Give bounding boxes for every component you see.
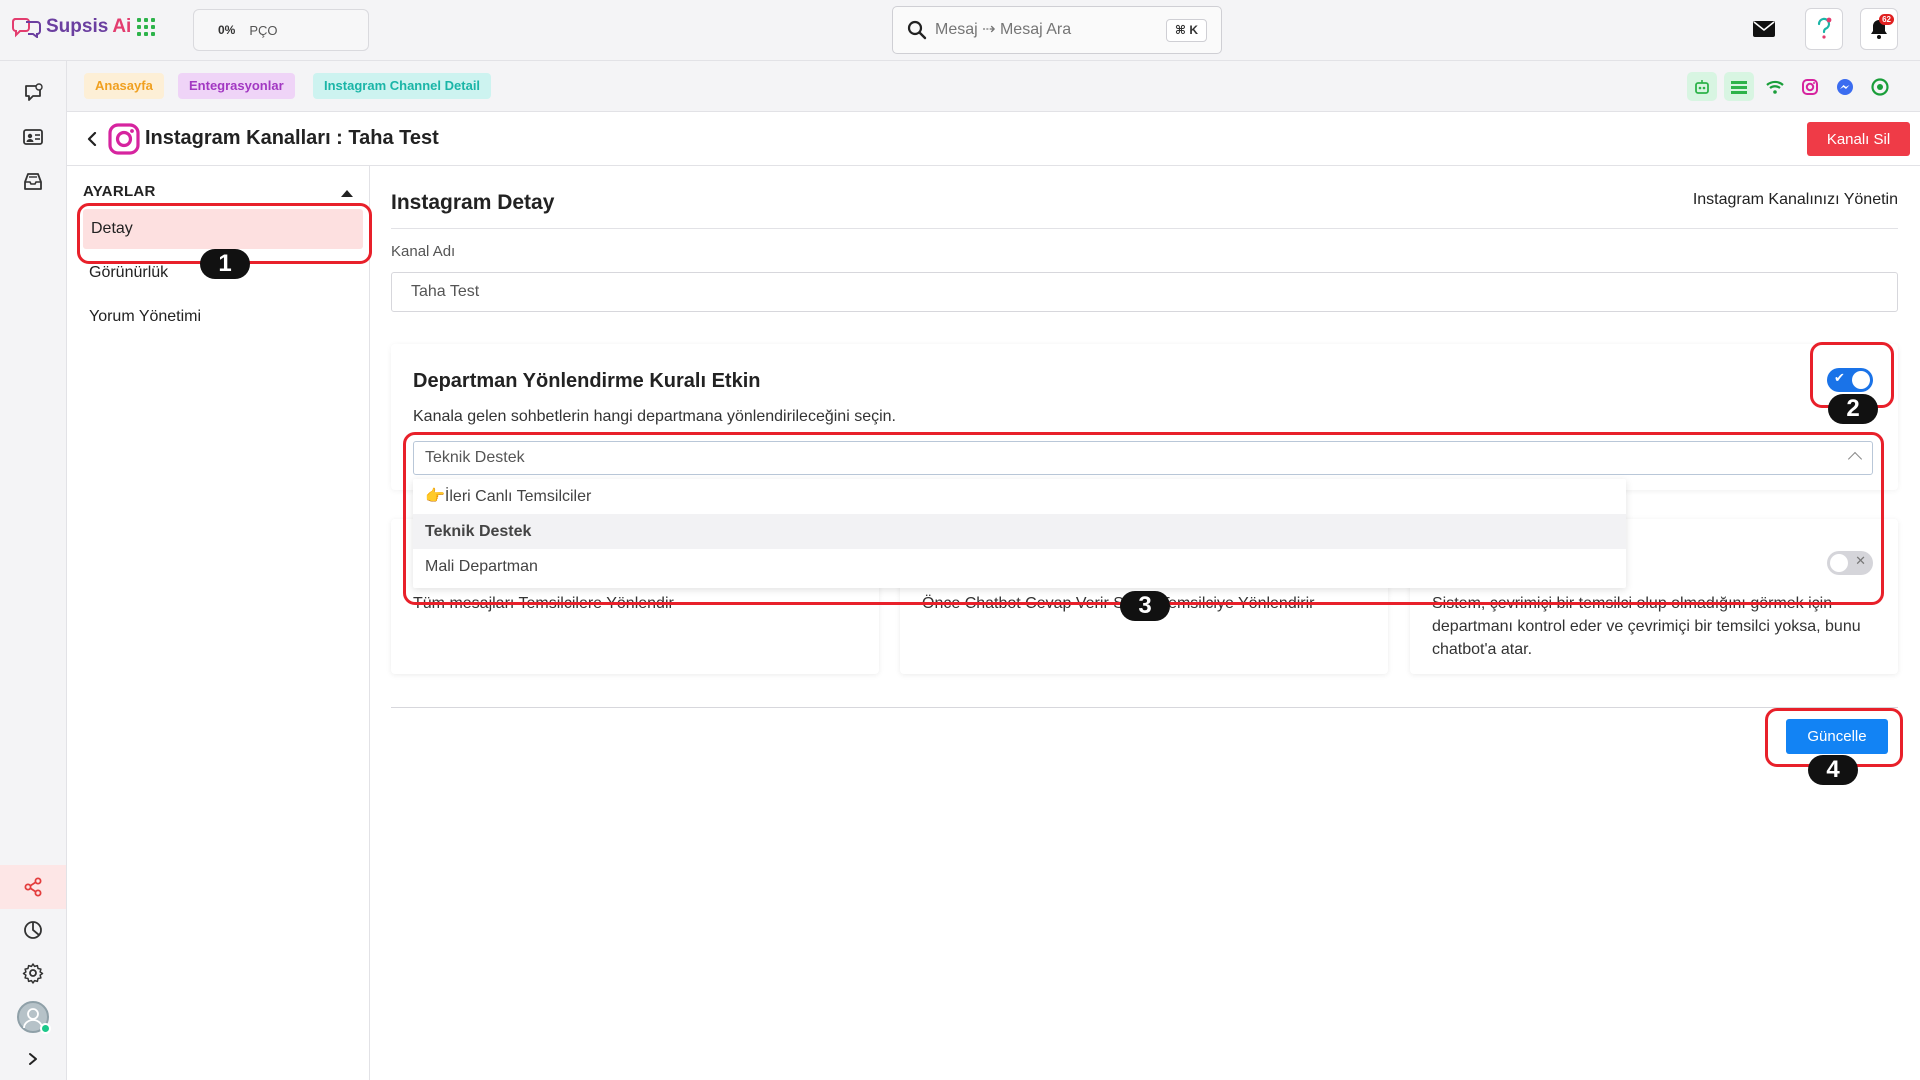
- bot-icon[interactable]: [1687, 72, 1717, 101]
- delete-channel-button[interactable]: Kanalı Sil: [1807, 122, 1910, 156]
- inbox-icon[interactable]: [18, 166, 48, 196]
- breadcrumb-home[interactable]: Anasayfa: [84, 73, 164, 99]
- messenger-icon[interactable]: [1830, 72, 1860, 101]
- breadcrumb: Anasayfa Entegrasyonlar Instagram Channe…: [67, 61, 1920, 112]
- channel-name-label: Kanal Adı: [391, 243, 456, 260]
- page-title: Instagram Kanalları : Taha Test: [145, 127, 439, 149]
- settings-heading: AYARLAR: [83, 183, 156, 200]
- expand-icon[interactable]: [18, 1044, 48, 1074]
- rule-title: Departman Yönlendirme Kuralı Etkin: [413, 370, 761, 392]
- section-title: Instagram Detay: [391, 191, 555, 214]
- help-icon: [1817, 17, 1832, 39]
- avatar[interactable]: [17, 1001, 51, 1034]
- routing-option-text: Tüm mesajları Temsilcilere Yönlendir: [413, 595, 674, 612]
- left-rail: [0, 61, 67, 1080]
- instagram-icon[interactable]: [1795, 72, 1825, 101]
- logo-icon: [12, 18, 41, 38]
- instagram-logo-icon: [108, 123, 140, 155]
- sidebar-item-visibility[interactable]: Görünürlük: [83, 253, 363, 293]
- online-check-toggle[interactable]: ✕: [1827, 551, 1873, 575]
- chevron-left-icon: [87, 132, 97, 146]
- department-dropdown: 👉İleri Canlı Temsilciler Teknik Destek M…: [413, 479, 1626, 588]
- status-indicator[interactable]: 0% PÇO: [193, 9, 369, 51]
- page-header: Instagram Kanalları : Taha Test Kanalı S…: [67, 112, 1920, 166]
- contacts-icon[interactable]: [18, 122, 48, 152]
- x-icon: ✕: [1855, 553, 1866, 568]
- logo[interactable]: Supsis Ai: [12, 16, 131, 38]
- check-icon: ✔: [1834, 370, 1845, 385]
- divider: [391, 707, 1898, 708]
- help-button[interactable]: [1805, 8, 1843, 50]
- notifications-button[interactable]: 62: [1860, 8, 1898, 50]
- status-label: PÇO: [249, 22, 278, 38]
- department-select[interactable]: Teknik Destek: [413, 441, 1873, 475]
- back-button[interactable]: [81, 128, 103, 150]
- top-bar: Supsis Ai 0% PÇO ⌘ K 62: [0, 0, 1920, 61]
- search-input[interactable]: [935, 21, 1165, 39]
- share-icon[interactable]: [18, 872, 48, 902]
- apps-grid-icon[interactable]: [137, 18, 155, 36]
- mail-button[interactable]: [1745, 8, 1783, 50]
- dropdown-option-selected[interactable]: Teknik Destek: [413, 514, 1626, 549]
- chevron-up-icon: [1847, 451, 1863, 467]
- rule-description: Kanala gelen sohbetlerin hangi departman…: [413, 408, 896, 425]
- department-select-value: Teknik Destek: [425, 449, 525, 466]
- mail-icon: [1753, 21, 1775, 37]
- main-content: Instagram Detay Instagram Kanalınızı Yön…: [370, 166, 1920, 1080]
- update-button[interactable]: Güncelle: [1786, 719, 1888, 754]
- wifi-icon[interactable]: [1760, 72, 1790, 101]
- breadcrumb-channel-detail[interactable]: Instagram Channel Detail: [313, 73, 492, 99]
- collapse-caret-icon[interactable]: [341, 190, 353, 197]
- chat-icon[interactable]: [18, 78, 48, 108]
- breadcrumb-integrations[interactable]: Entegrasyonlar: [178, 73, 295, 99]
- settings-sidebar: AYARLAR Detay Görünürlük Yorum Yönetimi: [67, 166, 370, 1080]
- reports-icon[interactable]: [18, 915, 48, 945]
- notification-count: 62: [1879, 14, 1894, 25]
- search-icon: [907, 20, 927, 40]
- dropdown-option[interactable]: 👉İleri Canlı Temsilciler: [413, 479, 1626, 514]
- search-shortcut: ⌘ K: [1165, 19, 1207, 42]
- settings-icon[interactable]: [18, 958, 48, 988]
- logo-name: Supsis: [46, 16, 109, 37]
- routing-option-text: Sistem, çevrimiçi bir temsilci olup olma…: [1432, 595, 1861, 658]
- section-subtitle: Instagram Kanalınızı Yönetin: [1692, 191, 1898, 208]
- whatsapp-icon[interactable]: [1865, 72, 1895, 101]
- search-bar[interactable]: ⌘ K: [892, 6, 1222, 54]
- dropdown-option[interactable]: Mali Departman: [413, 549, 1626, 584]
- sidebar-item-detail[interactable]: Detay: [83, 209, 363, 249]
- sidebar-item-comment-management[interactable]: Yorum Yönetimi: [83, 297, 363, 337]
- online-status-dot: [40, 1023, 51, 1034]
- divider: [391, 228, 1898, 229]
- status-percent: 0%: [218, 23, 236, 37]
- channel-name-input[interactable]: [391, 272, 1898, 312]
- logo-suffix: Ai: [112, 16, 132, 37]
- routing-option-text: Önce Chatbot Cevap Verir Sonra Temsilciy…: [922, 595, 1315, 612]
- list-icon[interactable]: [1724, 72, 1754, 101]
- department-rule-toggle[interactable]: ✔: [1827, 368, 1873, 392]
